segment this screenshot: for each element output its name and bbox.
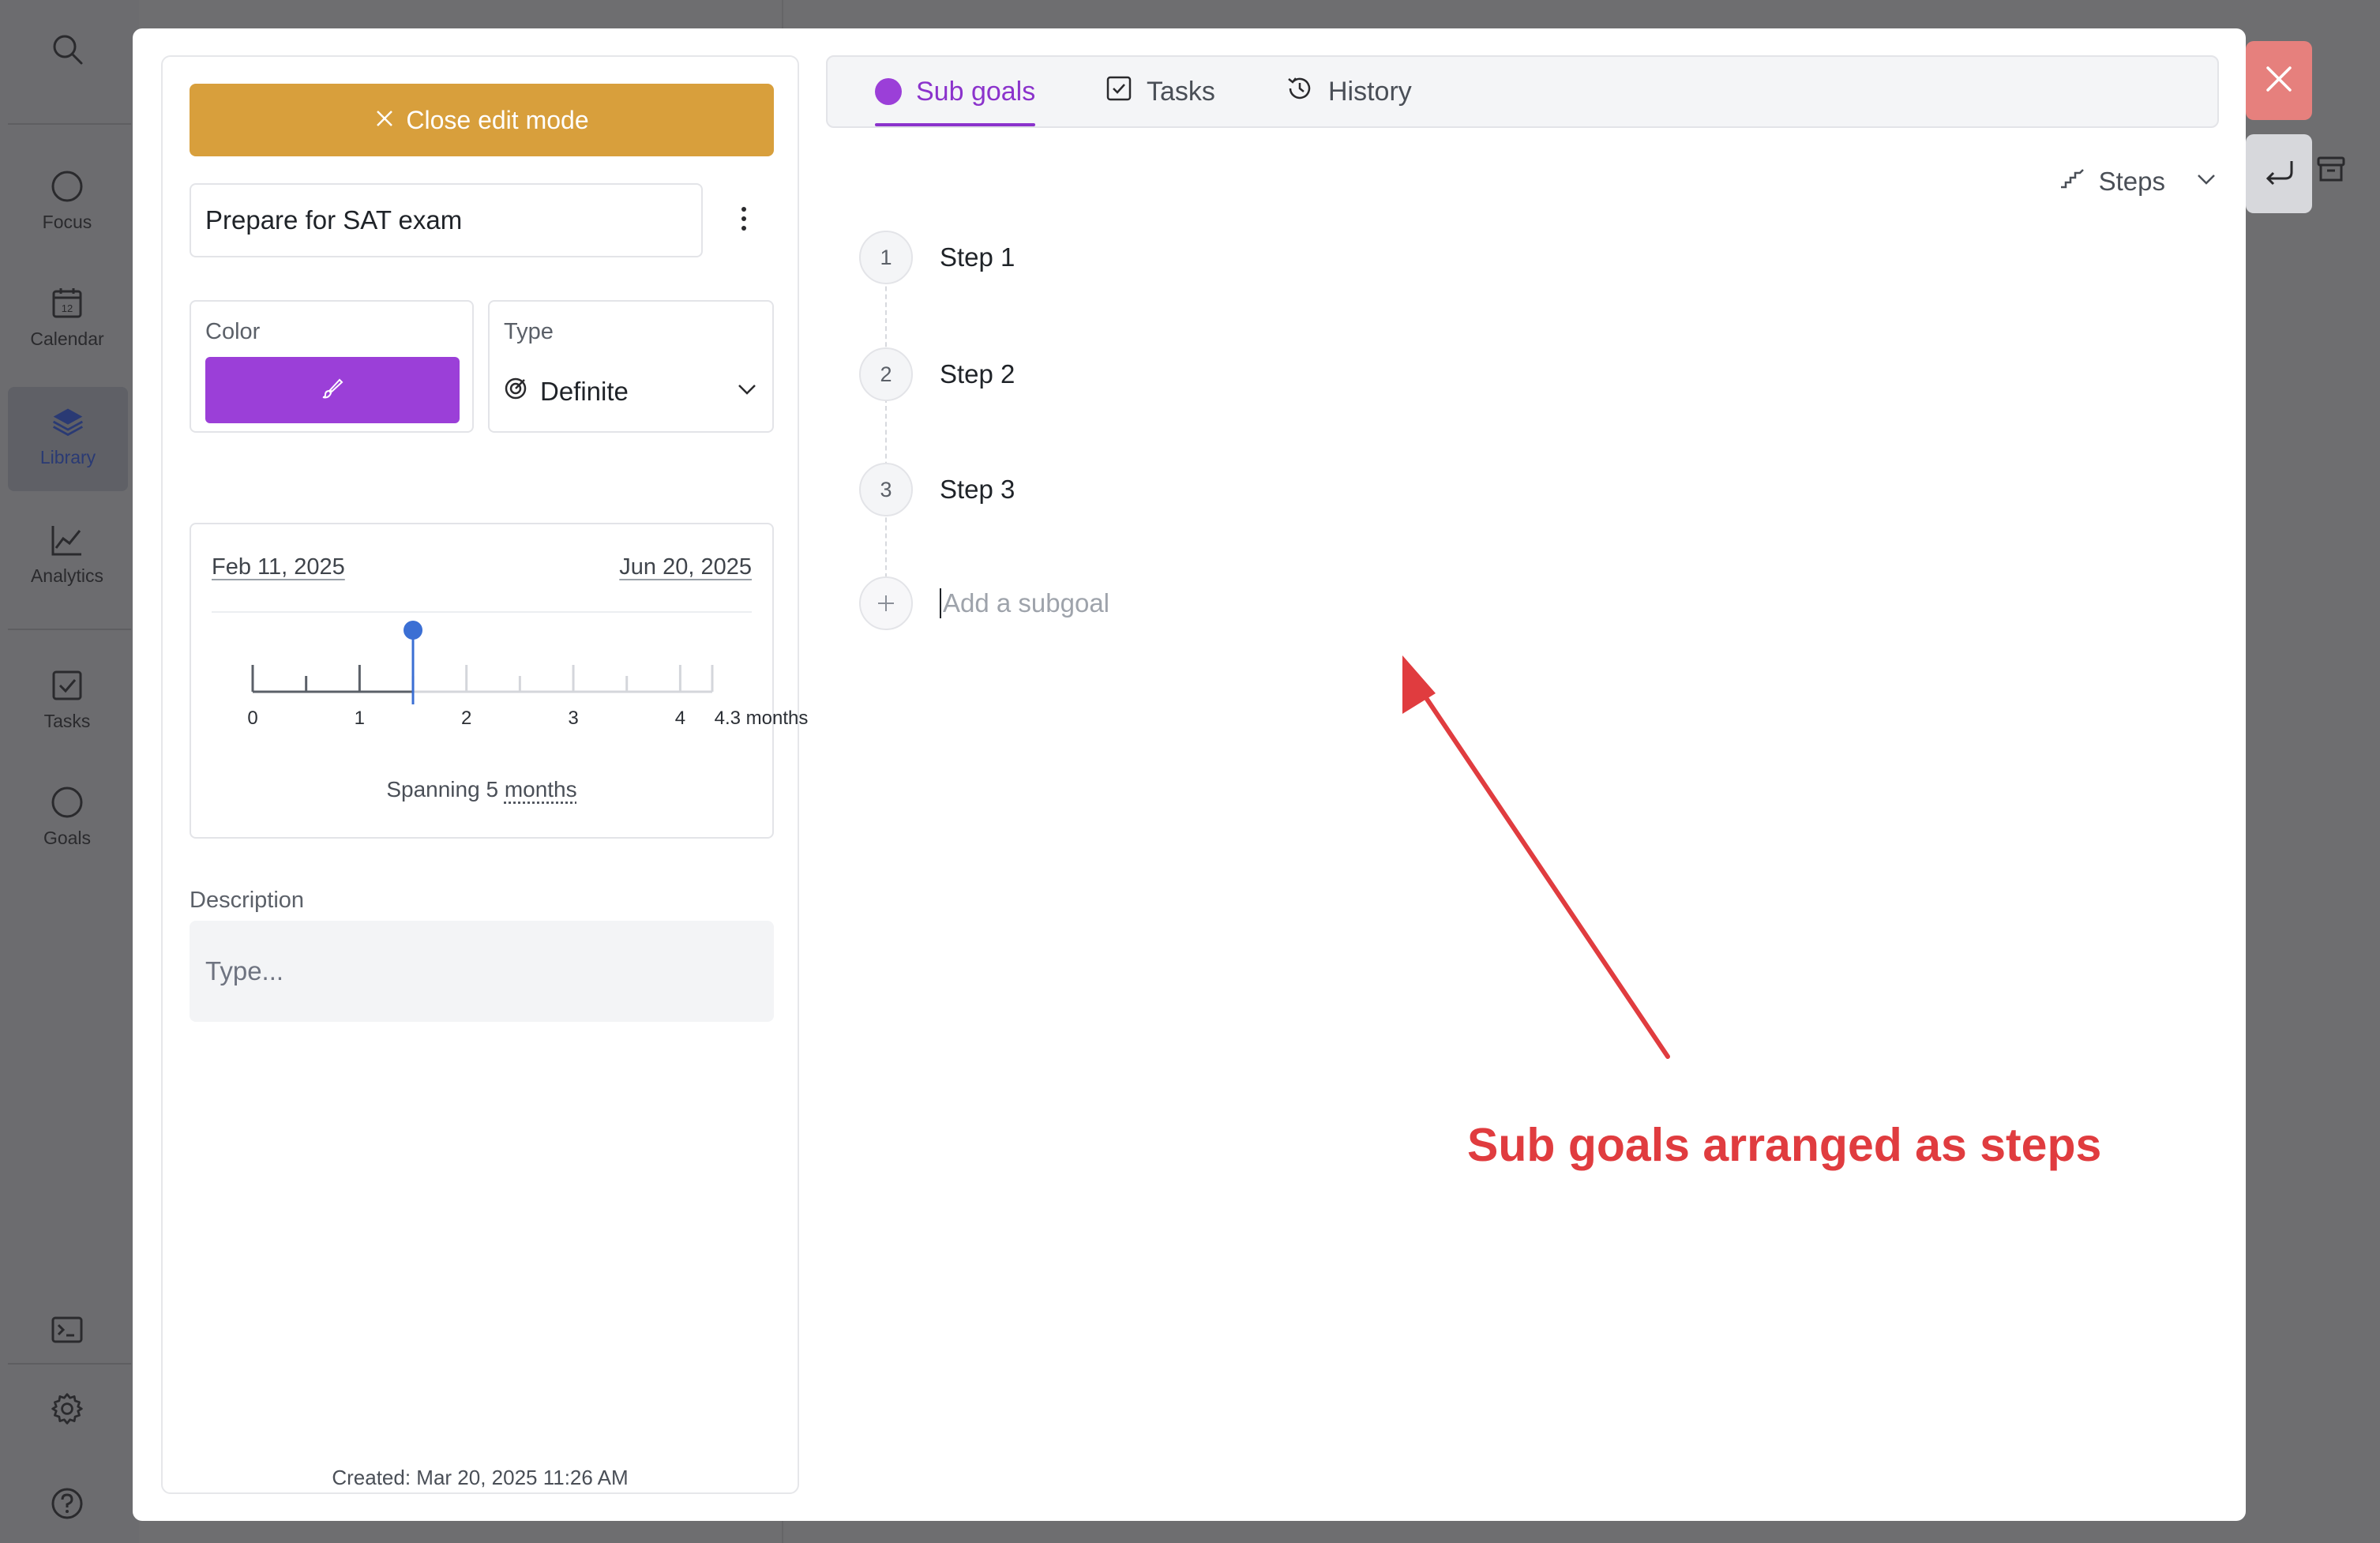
archive-icon[interactable]	[2315, 153, 2347, 185]
annotation-arrow	[1402, 655, 1670, 1059]
return-icon	[2262, 155, 2296, 193]
calendar-icon: 12	[50, 286, 84, 321]
sidebar-item-calendar[interactable]: 12 Calendar	[0, 286, 134, 350]
sidebar-item-analytics[interactable]: Analytics	[0, 523, 134, 587]
settings-button[interactable]	[0, 1391, 134, 1426]
help-icon	[50, 1486, 84, 1521]
return-button[interactable]	[2246, 134, 2312, 213]
close-modal-button[interactable]	[2246, 41, 2312, 120]
sidebar-item-label: Analytics	[30, 565, 104, 586]
search-button[interactable]	[0, 32, 134, 66]
sidebar-item-focus[interactable]: Focus	[0, 169, 134, 233]
checkbox-icon	[50, 668, 84, 703]
layers-icon	[51, 404, 85, 439]
sidebar-item-label: Focus	[42, 212, 92, 232]
sidebar-divider	[8, 629, 131, 630]
sidebar-divider	[8, 1363, 131, 1365]
sidebar-item-goals[interactable]: Goals	[0, 785, 134, 849]
sidebar-item-label: Calendar	[30, 328, 104, 349]
sidebar-item-label: Goals	[43, 828, 92, 848]
gear-icon	[50, 1391, 84, 1426]
sidebar-divider	[8, 123, 131, 125]
sidebar-item-tasks[interactable]: Tasks	[0, 668, 134, 732]
sidebar-item-label: Library	[39, 447, 96, 467]
search-icon	[50, 32, 84, 66]
terminal-icon	[50, 1312, 84, 1347]
circle-icon	[50, 785, 84, 820]
help-button[interactable]	[0, 1486, 134, 1521]
app-sidebar: Focus 12 Calendar Library Analytics Task…	[0, 0, 139, 1543]
chart-icon	[50, 523, 84, 558]
sidebar-item-library[interactable]: Library	[8, 387, 128, 491]
circle-icon	[50, 169, 84, 204]
terminal-button[interactable]	[0, 1312, 134, 1347]
svg-text:12: 12	[62, 302, 73, 314]
close-icon	[2263, 63, 2295, 99]
sidebar-item-label: Tasks	[43, 711, 91, 731]
goal-edit-modal: Close edit mode Prepare for SAT exam Col…	[133, 28, 2246, 1521]
annotation-text: Sub goals arranged as steps	[1467, 1119, 2102, 1171]
